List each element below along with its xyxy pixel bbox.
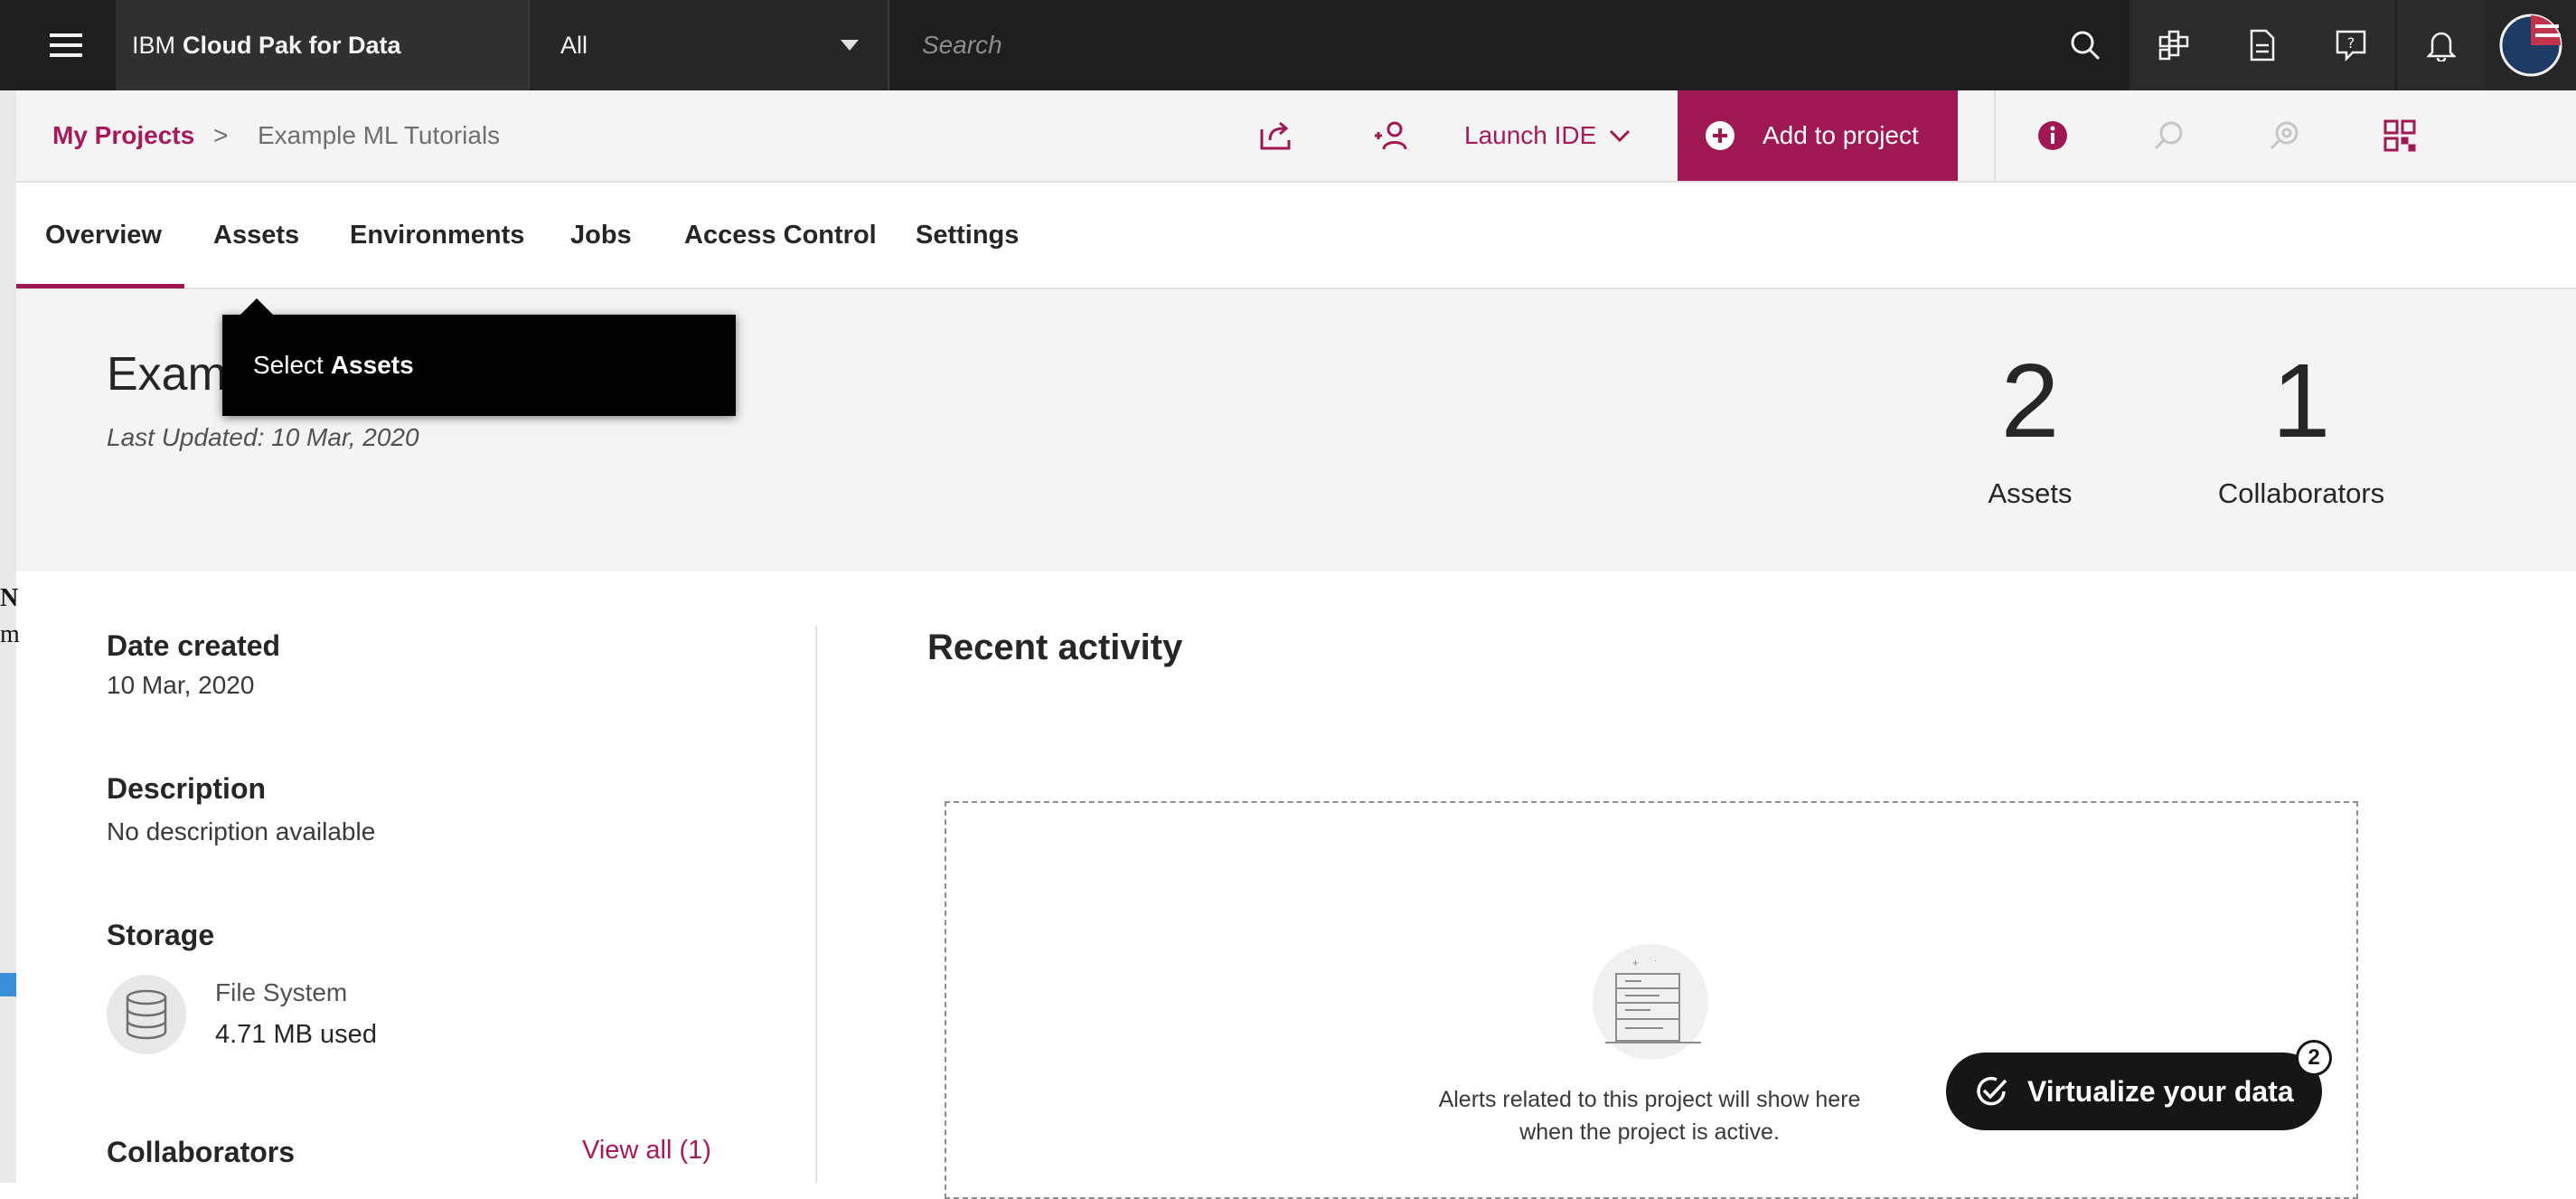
svg-text:?: ?: [2347, 34, 2355, 52]
description-value: No description available: [107, 817, 376, 845]
tab-jobs[interactable]: Jobs: [570, 183, 632, 288]
tab-overview[interactable]: Overview: [45, 183, 162, 288]
brand-name: Cloud Pak for Data: [183, 31, 401, 59]
svg-text:+: +: [1632, 957, 1639, 969]
background-window-accent: [0, 973, 16, 996]
storage-label: Storage: [107, 919, 215, 951]
empty-activity-line-2: when the project is active.: [1519, 1119, 1780, 1145]
collaborators-count: 1: [2271, 342, 2331, 459]
qr-grid-icon[interactable]: [2359, 90, 2440, 181]
add-circle-icon: [1706, 121, 1735, 150]
storage-type: File System: [215, 978, 348, 1006]
chevron-right-icon: >: [213, 121, 229, 149]
feedback-icon[interactable]: [2128, 90, 2209, 181]
help-icon[interactable]: ?: [2307, 0, 2395, 90]
assets-count-label: Assets: [1988, 477, 2073, 509]
background-window-text: m: [0, 620, 20, 648]
guided-tour-tooltip: Select Assets: [222, 315, 736, 416]
storage-used: 4.71 MB used: [215, 1020, 377, 1049]
search-input[interactable]: [920, 30, 1960, 61]
tooltip-prefix: Select: [253, 351, 324, 379]
assets-count: 2: [2000, 342, 2060, 459]
add-to-project-button[interactable]: Add to project: [1678, 90, 1958, 181]
empty-activity-message: Alerts related to this project will show…: [1410, 1083, 1889, 1148]
recent-activity-title: Recent activity: [927, 628, 1183, 667]
tooltip-arrow: [240, 298, 273, 315]
avatar-icon[interactable]: [2486, 0, 2576, 90]
scope-value: All: [560, 31, 588, 59]
tab-environments[interactable]: Environments: [350, 183, 524, 288]
svg-text:·: ·: [1654, 956, 1657, 966]
caret-down-icon: [841, 40, 859, 51]
hamburger-menu-icon[interactable]: [16, 0, 116, 90]
add-collaborator-icon[interactable]: [1350, 90, 1432, 181]
column-divider: [815, 626, 817, 1183]
product-name[interactable]: IBM Cloud Pak for Data: [132, 0, 401, 90]
collaborators-label: Collaborators: [107, 1136, 296, 1168]
toolbar-divider: [1994, 90, 1996, 181]
database-icon: [107, 975, 186, 1054]
breadcrumb-current-project: Example ML Tutorials: [258, 121, 501, 149]
notification-icon[interactable]: [2397, 0, 2486, 90]
breadcrumb-my-projects[interactable]: My Projects: [52, 90, 194, 181]
search-scope-dropdown[interactable]: All: [528, 0, 889, 90]
launch-ide-label: Launch IDE: [1464, 121, 1597, 149]
tooltip-target: Assets: [330, 351, 414, 379]
add-to-project-label: Add to project: [1763, 121, 1919, 149]
tab-access-control[interactable]: Access Control: [684, 183, 877, 288]
checkmark-circle-icon: [1977, 1076, 2007, 1106]
chat-icon[interactable]: [2243, 90, 2325, 181]
description-label: Description: [107, 772, 267, 805]
date-created-value: 10 Mar, 2020: [107, 671, 255, 699]
date-created-label: Date created: [107, 629, 281, 662]
search-bar: [889, 0, 2128, 90]
launch-ide-button[interactable]: Launch IDE: [1464, 90, 1631, 181]
virtualize-count-badge: 2: [2296, 1040, 2332, 1076]
catalog-icon[interactable]: [2129, 0, 2218, 90]
export-icon[interactable]: [1235, 90, 1316, 181]
info-icon[interactable]: [2012, 90, 2093, 181]
last-updated-text: Last Updated: 10 Mar, 2020: [107, 423, 419, 451]
virtualize-data-button[interactable]: Virtualize your data: [1946, 1053, 2322, 1130]
chevron-down-icon: [1610, 129, 1631, 143]
view-all-collaborators-link[interactable]: View all (1): [582, 1136, 711, 1166]
project-title: Exam: [107, 348, 227, 401]
document-icon[interactable]: [2218, 0, 2307, 90]
tab-assets[interactable]: Assets: [213, 183, 299, 288]
collaborators-count-label: Collaborators: [2217, 477, 2385, 509]
brand-prefix: IBM: [132, 31, 176, 59]
virtualize-data-label: Virtualize your data: [2027, 1074, 2294, 1108]
empty-activity-illustration-icon: + ·: [1593, 944, 1708, 1060]
tab-settings[interactable]: Settings: [916, 183, 1019, 288]
empty-activity-line-1: Alerts related to this project will show…: [1438, 1087, 1861, 1112]
active-tab-indicator: [16, 284, 184, 288]
search-icon[interactable]: [2043, 0, 2128, 90]
background-window-text: N: [0, 584, 19, 612]
